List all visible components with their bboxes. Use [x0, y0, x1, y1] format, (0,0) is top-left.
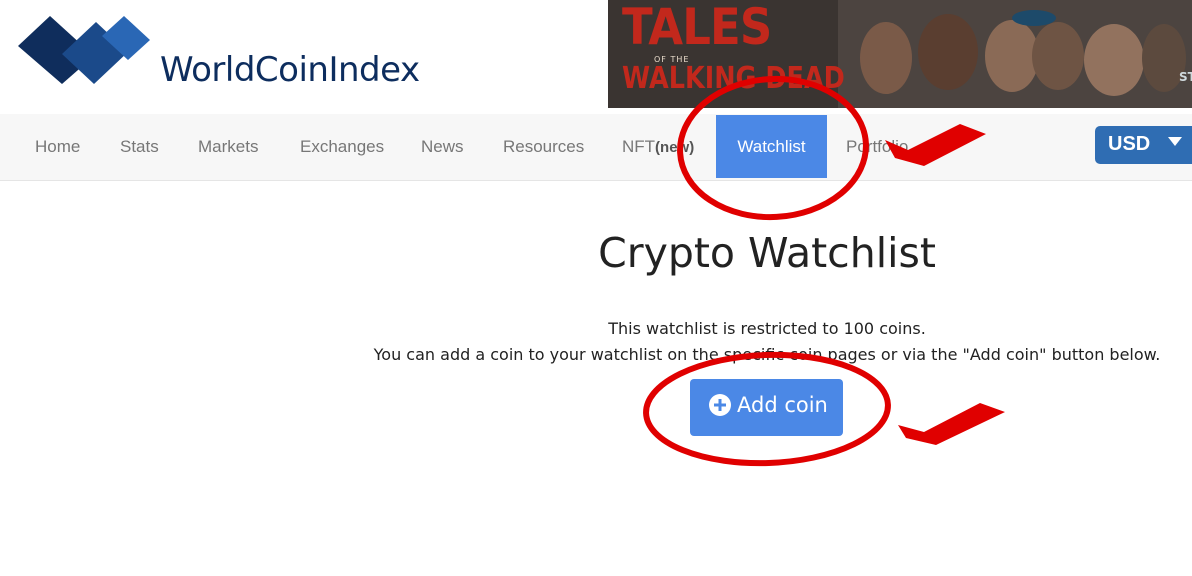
advertisement-banner[interactable]: TALES OF THE WALKING DEAD ST — [608, 0, 1192, 108]
currency-label: USD — [1108, 133, 1151, 155]
nav-nft-label: NFT — [622, 137, 656, 156]
plus-circle-icon — [709, 394, 731, 416]
ad-corner-text: ST — [1179, 70, 1192, 84]
brand-name: WorldCoinIndex — [160, 50, 420, 90]
nav-resources[interactable]: Resources — [503, 114, 584, 180]
ad-title-2: WALKING DEAD — [622, 61, 845, 96]
watchlist-help-text: You can add a coin to your watchlist on … — [373, 345, 1161, 364]
nav-nft-badge: (new) — [655, 139, 695, 156]
nav-news[interactable]: News — [421, 114, 464, 180]
main-nav: Home Stats Markets Exchanges News Resour… — [0, 114, 1192, 181]
nav-portfolio[interactable]: Portfolio — [846, 114, 908, 180]
nav-watchlist[interactable]: Watchlist — [716, 115, 827, 178]
nav-home[interactable]: Home — [35, 114, 80, 180]
add-coin-button[interactable]: Add coin — [690, 379, 843, 436]
watchlist-limit-text: This watchlist is restricted to 100 coin… — [608, 319, 926, 338]
nav-exchanges[interactable]: Exchanges — [300, 114, 384, 180]
chevron-down-icon — [1168, 135, 1182, 151]
nav-markets[interactable]: Markets — [198, 114, 258, 180]
page-title: Crypto Watchlist — [598, 229, 936, 277]
annotation-checkmark-bottom — [898, 403, 1005, 445]
nav-stats[interactable]: Stats — [120, 114, 159, 180]
currency-selector[interactable]: USD — [1095, 126, 1192, 164]
wci-logo-icon — [18, 16, 150, 84]
nav-nft[interactable]: NFT(new) — [622, 114, 694, 180]
add-coin-label: Add coin — [737, 393, 828, 417]
ad-title: TALES — [622, 0, 772, 56]
